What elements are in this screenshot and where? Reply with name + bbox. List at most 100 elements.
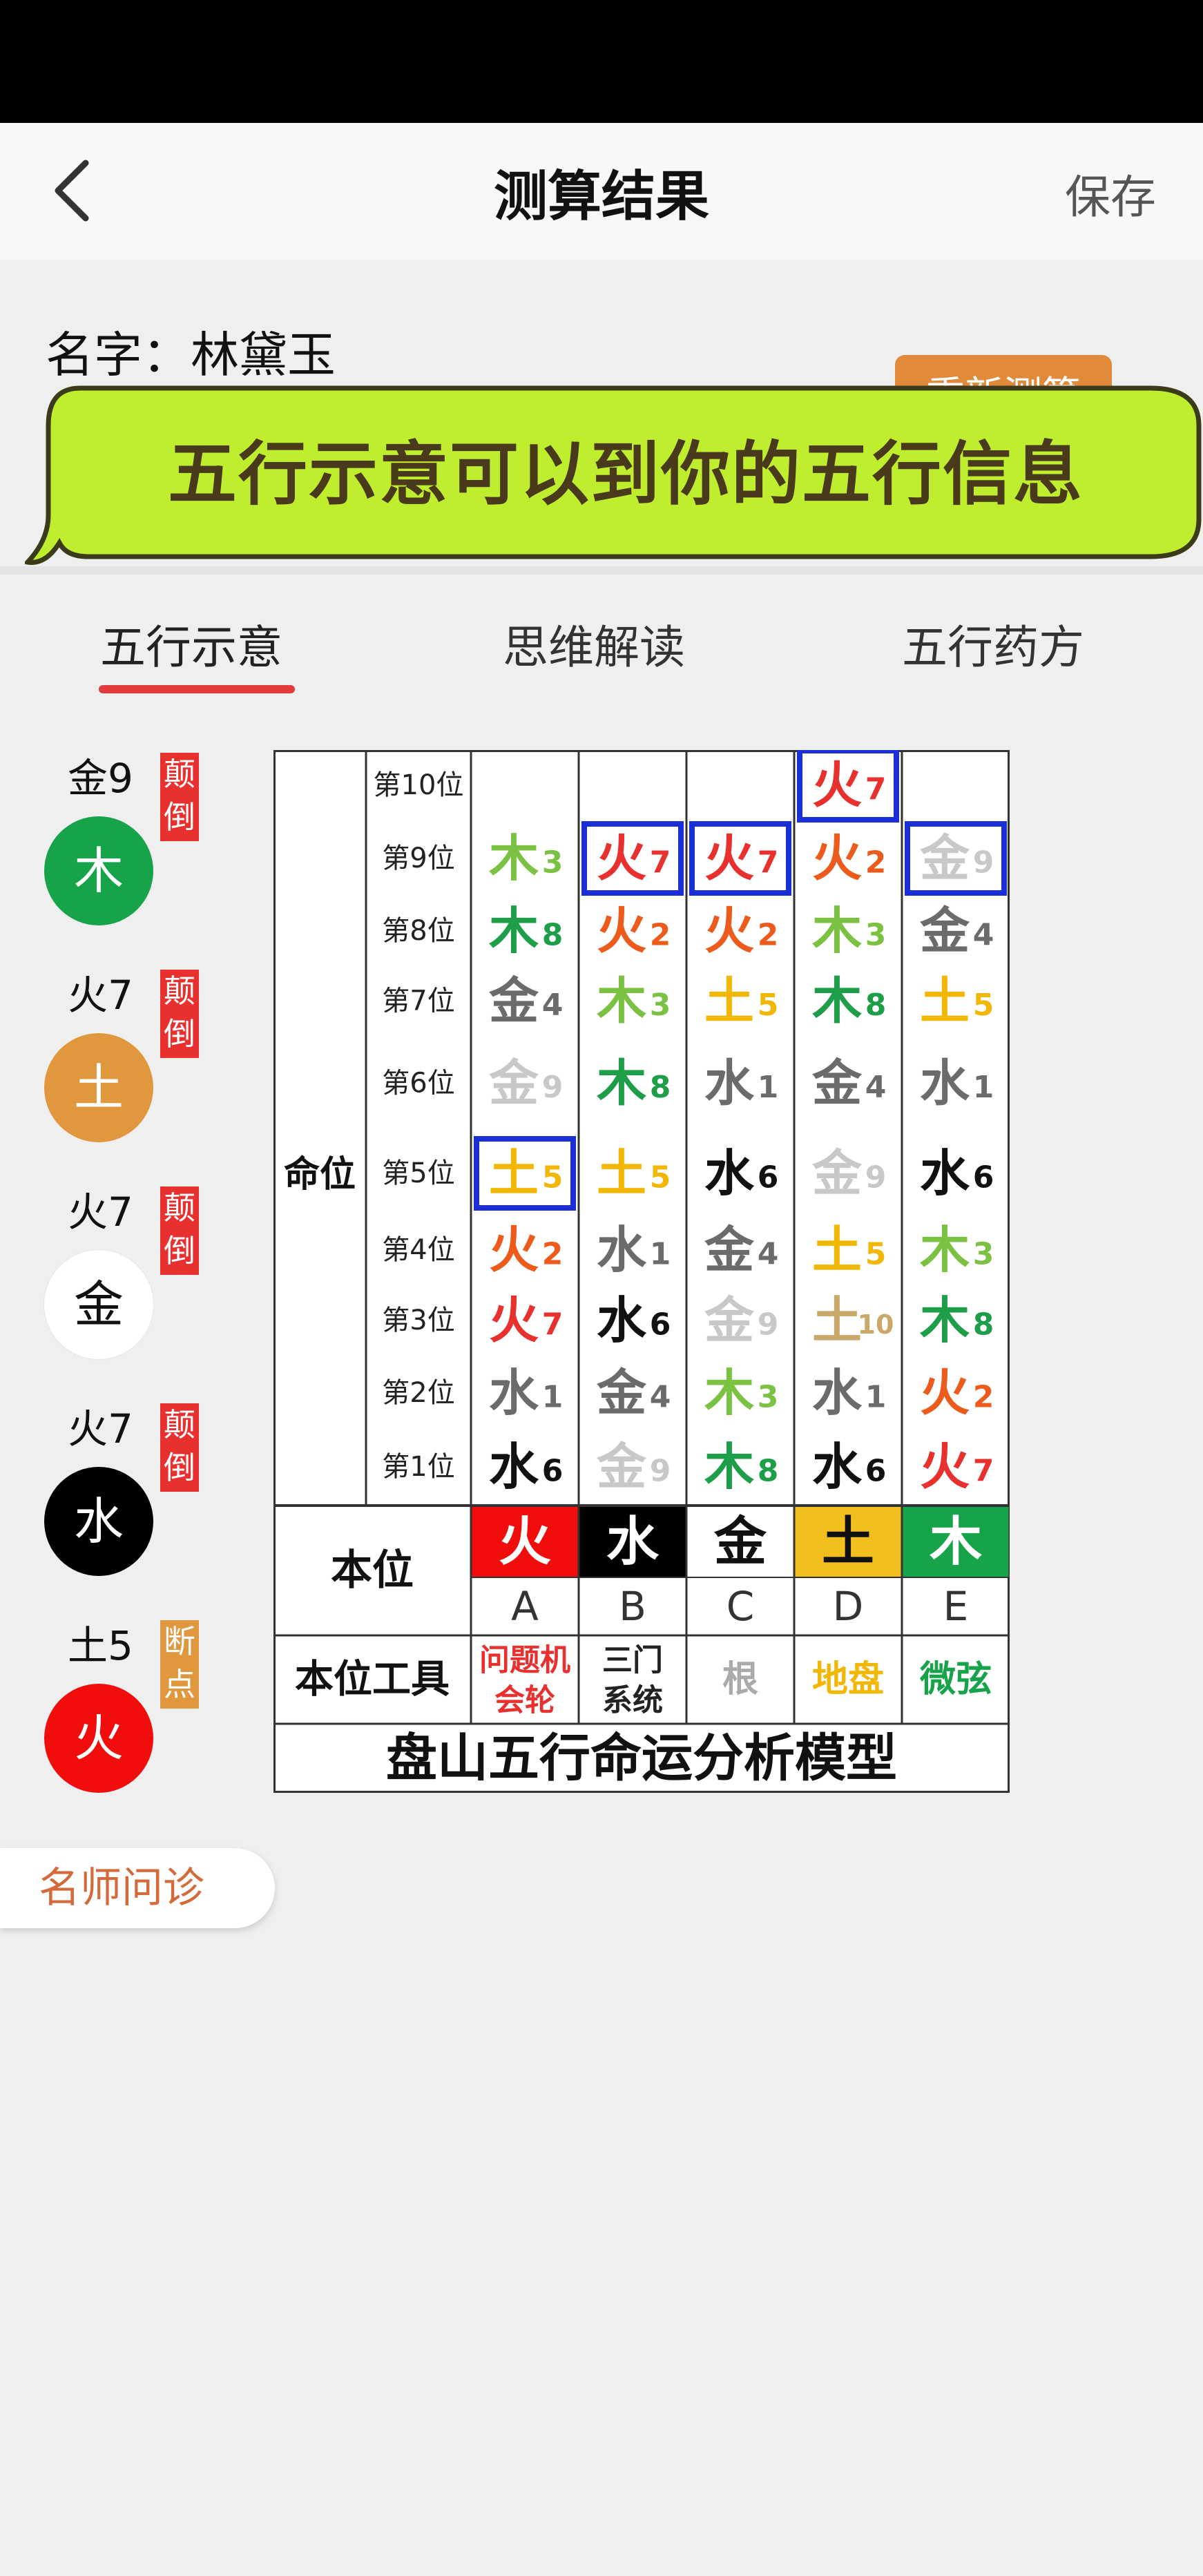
- save-button[interactable]: 保存: [1065, 160, 1156, 227]
- element-item-water: 火7 颠倒 水: [44, 1396, 224, 1597]
- element-glyph: 土: [704, 972, 754, 1030]
- element-glyph: 金: [488, 1055, 539, 1113]
- element-glyph: 木: [812, 972, 862, 1030]
- element-value: 火7: [68, 1189, 133, 1236]
- element-number: 7: [973, 1454, 994, 1489]
- element-number: 3: [650, 988, 671, 1023]
- element-number: 6: [973, 1160, 994, 1195]
- element-glyph: 水: [597, 1221, 647, 1279]
- element-circle[interactable]: 金: [44, 1250, 153, 1359]
- status-bar: [0, 0, 1203, 123]
- element-status-tag: 颠倒: [160, 1186, 199, 1275]
- tool-label: 系统: [602, 1683, 663, 1718]
- person-name: 林黛玉: [191, 327, 336, 383]
- element-number: 2: [650, 918, 671, 953]
- element-glyph: 金: [704, 1221, 755, 1279]
- element-glyph: 火: [597, 829, 646, 887]
- element-number: 4: [973, 918, 994, 953]
- page-title: 测算结果: [493, 166, 709, 228]
- element-glyph: 水: [920, 1055, 970, 1113]
- element-glyph: 木: [597, 1055, 646, 1113]
- position-label: 第10位: [374, 769, 464, 801]
- element-glyph: 火: [920, 1438, 970, 1496]
- element-circle[interactable]: 火: [44, 1684, 153, 1793]
- position-label: 第8位: [382, 915, 454, 947]
- element-glyph: 金: [596, 1438, 647, 1496]
- tip-banner: 五行示意可以到你的五行信息: [25, 384, 1203, 565]
- element-number: 9: [865, 1160, 887, 1195]
- fate-position-label: 命位: [284, 1154, 356, 1195]
- element-number: 8: [973, 1307, 994, 1343]
- element-glyph: 木: [597, 972, 646, 1030]
- element-circle[interactable]: 木: [44, 816, 153, 925]
- element-status-tag: 颠倒: [160, 970, 199, 1058]
- model-title: 盘山五行命运分析模型: [386, 1729, 897, 1788]
- element-glyph: 水: [704, 1144, 755, 1202]
- element-glyph: 水: [812, 1438, 863, 1496]
- element-value: 火7: [68, 972, 133, 1019]
- wuxing-analysis-chart: 命位第10位第9位第8位第7位第6位第5位第4位第3位第2位第1位木 3木 8金 4金…: [273, 750, 1010, 1793]
- element-number: 5: [542, 1160, 564, 1195]
- column-letter: E: [943, 1583, 969, 1630]
- tab-thinking-analysis[interactable]: 思维解读: [503, 611, 685, 677]
- element-number: 6: [758, 1160, 779, 1195]
- element-glyph: 木: [704, 1438, 754, 1496]
- element-circle[interactable]: 水: [44, 1467, 153, 1576]
- name-label: 名字：: [46, 327, 191, 383]
- element-glyph: 木: [920, 1291, 970, 1349]
- element-status-tag: 颠倒: [160, 1403, 199, 1492]
- element-number: 6: [542, 1454, 564, 1489]
- tool-label: 微弦: [919, 1659, 992, 1700]
- element-number: 6: [650, 1307, 671, 1343]
- element-glyph: 水: [812, 1364, 863, 1422]
- base-element-glyph: 水: [606, 1511, 660, 1573]
- element-number: 4: [758, 1237, 779, 1272]
- element-number: 2: [758, 918, 779, 953]
- element-glyph: 金: [919, 902, 970, 960]
- element-number: 5: [865, 1237, 887, 1272]
- element-glyph: 水: [489, 1364, 539, 1422]
- element-glyph: 木: [489, 902, 539, 960]
- element-item-metal: 火7 颠倒 金: [44, 1180, 224, 1380]
- element-glyph: 火: [489, 1291, 539, 1349]
- element-number: 1: [758, 1070, 779, 1105]
- tab-wuxing-diagram[interactable]: 五行示意: [100, 611, 282, 677]
- master-consult-button[interactable]: 名师问诊: [0, 1848, 275, 1928]
- tab-wuxing-prescription[interactable]: 五行药方: [902, 611, 1084, 677]
- base-element-glyph: 木: [930, 1511, 982, 1573]
- nav-bar: 测算结果 保存: [0, 123, 1203, 262]
- element-status-tag: 颠倒: [160, 753, 199, 841]
- element-status-tag: 断点: [160, 1620, 199, 1709]
- element-number: 9: [758, 1307, 779, 1343]
- element-circle[interactable]: 土: [44, 1033, 153, 1142]
- element-number: 8: [542, 918, 564, 953]
- element-glyph: 木: [920, 1221, 970, 1279]
- element-glyph: 火: [812, 829, 862, 887]
- position-label: 第4位: [382, 1234, 454, 1266]
- element-glyph: 火: [704, 829, 754, 887]
- tool-label: 根: [722, 1659, 758, 1700]
- element-glyph: 土: [597, 1144, 646, 1202]
- element-glyph: 金: [596, 1364, 647, 1422]
- element-glyph: 火: [597, 902, 646, 960]
- element-item-wood: 金9 颠倒 木: [44, 746, 224, 946]
- element-number: 10: [858, 1309, 894, 1340]
- tool-label: 问题机: [479, 1643, 570, 1678]
- element-number: 3: [973, 1237, 994, 1272]
- element-glyph: 水: [920, 1144, 970, 1202]
- column-letter: C: [726, 1583, 755, 1630]
- element-number: 7: [758, 845, 779, 881]
- name-line: 名字：林黛玉: [46, 316, 336, 386]
- element-number: 9: [650, 1454, 671, 1489]
- element-number: 3: [758, 1380, 779, 1415]
- tool-label: 三门: [602, 1643, 663, 1678]
- element-item-earth: 火7 颠倒 土: [44, 963, 224, 1163]
- element-number: 3: [865, 918, 887, 953]
- element-value: 火7: [68, 1405, 133, 1452]
- element-glyph: 土: [920, 972, 970, 1030]
- active-tab-indicator: [99, 685, 295, 693]
- element-glyph: 火: [704, 902, 754, 960]
- element-number: 2: [542, 1237, 564, 1272]
- base-element-glyph: 土: [822, 1511, 874, 1573]
- element-number: 7: [650, 845, 671, 881]
